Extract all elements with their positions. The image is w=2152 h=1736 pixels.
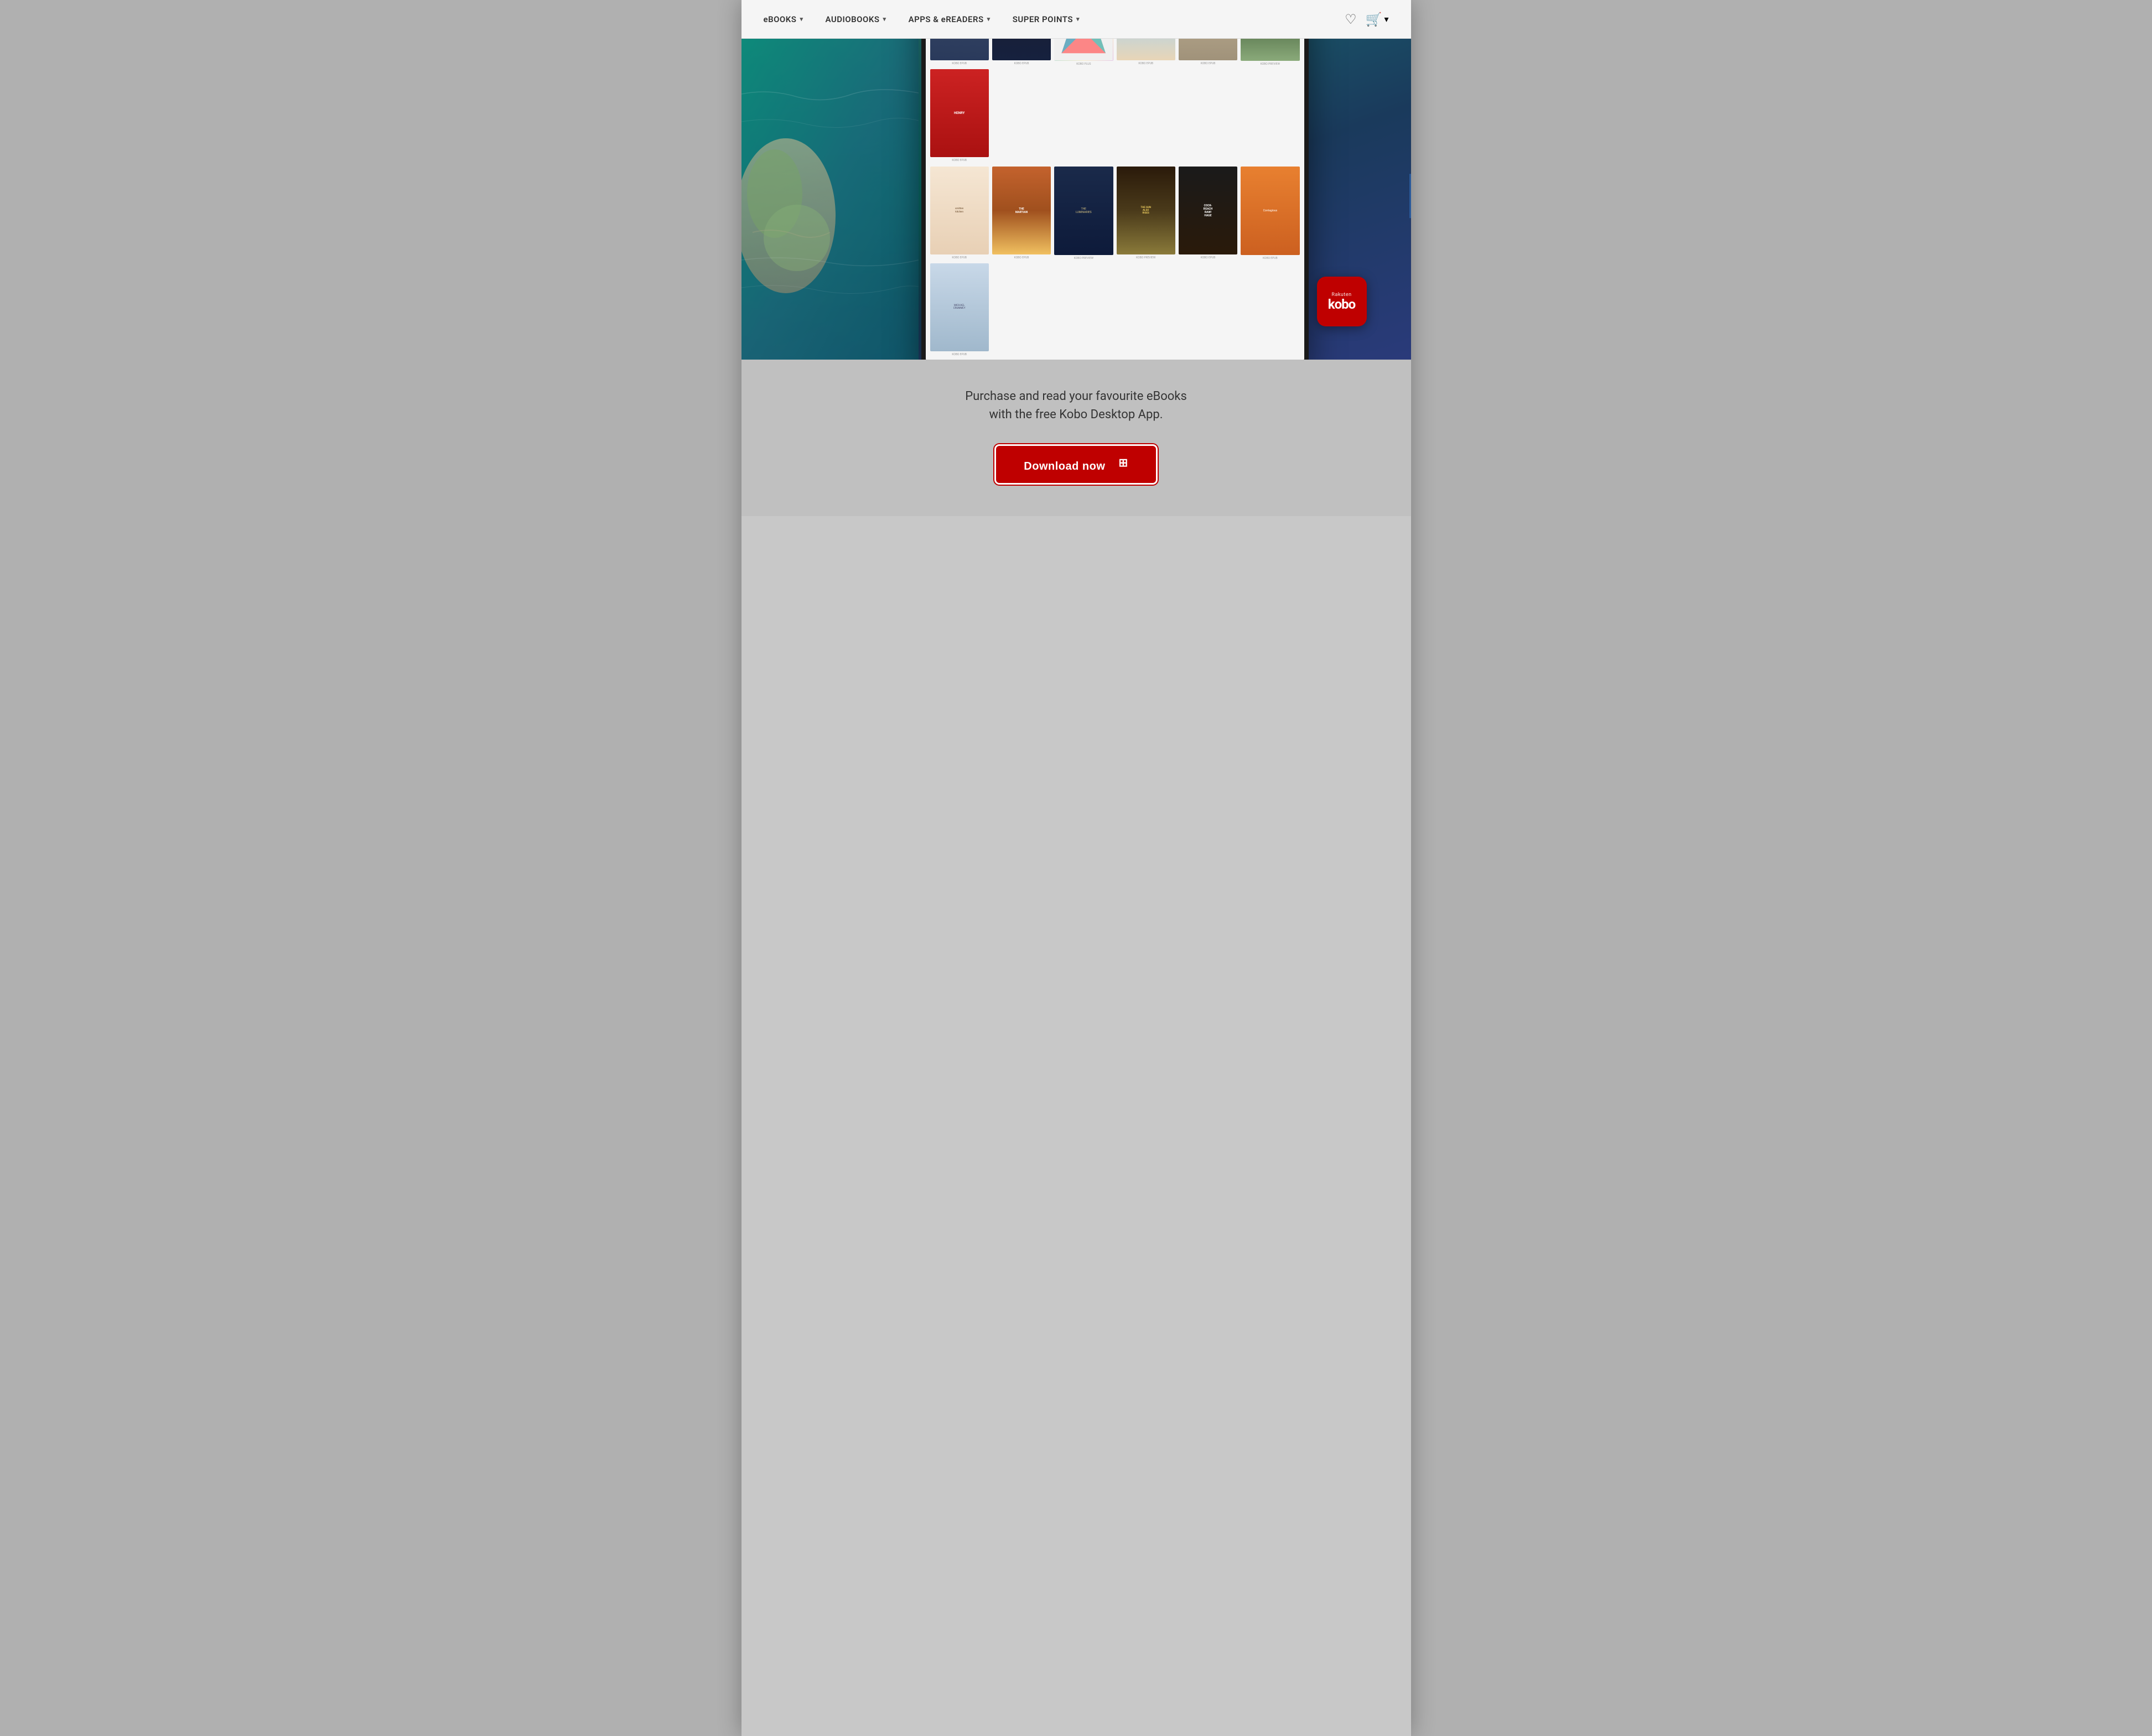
nav-right: ♡ 🛒 ▾ — [1345, 12, 1388, 27]
book-travelland: MICHAELCRUMMEY KOBO EPUB — [930, 263, 989, 356]
nav-label-apps: APPS & eREADERS — [909, 14, 984, 24]
book-contagious: Contagious KOBO EPUB — [1241, 167, 1299, 260]
books-row1: STATIONELEVEN KOBO EPUB KRISTINHANNAH KO… — [926, 39, 1304, 167]
book-cover: MICHAELCRUMMEY — [930, 263, 989, 351]
book-cover: THEMARTIAN — [992, 167, 1051, 254]
book-label: KOBO EPUB — [1241, 257, 1299, 260]
kobo-brand-text: kobo — [1328, 298, 1355, 311]
nav-item-ebooks[interactable]: eBOOKS ▾ — [764, 14, 803, 24]
book-luminaries: THELUMINARIES KOBO PREVIEW — [1054, 167, 1113, 260]
books-row2: smittenkitchen KOBO EPUB THEMARTIAN KOBO… — [926, 167, 1304, 360]
book-henry: HENRY KOBO EPUB — [930, 69, 989, 162]
content-line1: Purchase and read your favourite eBooks — [965, 389, 1187, 403]
book-label: KOBO EPUB — [930, 159, 989, 162]
book-label: KOBO EPUB — [1179, 256, 1237, 259]
download-label: Download now — [1024, 460, 1105, 472]
mockup-screen: ‹ › BROWSE KOBO MY BOOKS Station Eleven … — [926, 39, 1304, 360]
book-cover: THELUMINARIES — [1054, 167, 1113, 255]
cart-icon: 🛒 — [1366, 12, 1382, 27]
content-section: Purchase and read your favourite eBooks … — [741, 360, 1411, 516]
book-cover: OneNorthernNight — [1117, 39, 1175, 60]
book-cover: HENRY — [930, 69, 989, 157]
book-label: KOBO EPUB — [992, 256, 1051, 259]
book-martian: THEMARTIAN KOBO EPUB — [992, 167, 1051, 260]
feedback-button[interactable]: Feedback — [1409, 174, 1411, 218]
download-button[interactable]: Download now ⊞ — [996, 446, 1155, 483]
hero-section: Escape from email and indulge your love … — [741, 39, 1411, 360]
nav-label-audiobooks: AUDIOBOOKS — [825, 14, 879, 24]
nav-item-audiobooks[interactable]: AUDIOBOOKS ▾ — [825, 14, 886, 24]
chevron-down-icon: ▾ — [987, 15, 991, 23]
book-station-eleven: STATIONELEVEN KOBO EPUB — [930, 39, 989, 66]
nav-label-ebooks: eBOOKS — [764, 14, 797, 24]
book-one-northern: OneNorthernNight KOBO EPUB — [1117, 39, 1175, 66]
book-label: KOBO EPUB — [930, 62, 989, 65]
book-cover: KAZUOISHIGUROTHEBURIEDGIANT — [1241, 39, 1299, 61]
desktop-mockup: ‹ › BROWSE KOBO MY BOOKS Station Eleven … — [921, 39, 1309, 360]
book-smitten-kitchen: smittenkitchen KOBO EPUB — [930, 167, 989, 260]
book-label: KOBO PREVIEW — [1241, 63, 1299, 66]
book-cockroach: COCK-ROACHRAW!HAGE KOBO EPUB — [1179, 167, 1237, 260]
book-label: KOBO EPUB — [930, 256, 989, 259]
book-colorful: KOBO PLUS — [1054, 39, 1113, 66]
nav-item-superpoints[interactable]: SUPER POINTS ▾ — [1013, 14, 1080, 24]
kobo-logo: Rakuten kobo — [1317, 277, 1367, 326]
book-cover — [1054, 39, 1113, 61]
download-platform-icons: ⊞ — [1114, 456, 1128, 470]
chevron-down-icon: ▾ — [883, 15, 886, 23]
book-label: KOBO EPUB — [992, 62, 1051, 65]
book-label: KOBO EPUB — [1179, 62, 1237, 65]
nav-item-apps[interactable]: APPS & eREADERS ▾ — [909, 14, 991, 24]
book-label: KOBO EPUB — [1117, 62, 1175, 65]
book-label: KOBO PLUS — [1054, 63, 1113, 66]
book-cover: STATIONELEVEN — [930, 39, 989, 60]
book-label: KOBO PREVIEW — [1054, 257, 1113, 260]
navbar: eBOOKS ▾ AUDIOBOOKS ▾ APPS & eREADERS ▾ … — [741, 0, 1411, 39]
book-cover: smittenkitchen — [930, 167, 989, 254]
chevron-down-icon: ▾ — [1384, 14, 1388, 24]
wishlist-icon[interactable]: ♡ — [1345, 12, 1357, 27]
cart-area[interactable]: 🛒 ▾ — [1366, 12, 1389, 27]
book-cover: COCK-ROACHRAW!HAGE — [1179, 167, 1237, 254]
book-cover: THEORENDAJOSEPHBOYDEN — [1179, 39, 1237, 60]
book-cover: THE SUNALSORISES — [1117, 167, 1175, 254]
book-buried-giant: KAZUOISHIGUROTHEBURIEDGIANT KOBO PREVIEW — [1241, 39, 1299, 66]
book-label: KOBO PREVIEW — [1117, 256, 1175, 259]
book-nightingale: KRISTINHANNAH KOBO EPUB — [992, 39, 1051, 66]
book-cover: Contagious — [1241, 167, 1299, 255]
content-line2: with the free Kobo Desktop App. — [989, 408, 1163, 422]
windows-icon: ⊞ — [1118, 456, 1128, 470]
content-description: Purchase and read your favourite eBooks … — [753, 387, 1400, 424]
book-sun-rises: THE SUNALSORISES KOBO PREVIEW — [1117, 167, 1175, 260]
book-label: KOBO EPUB — [930, 353, 989, 356]
nav-left: eBOOKS ▾ AUDIOBOOKS ▾ APPS & eREADERS ▾ … — [764, 14, 1080, 24]
nav-label-superpoints: SUPER POINTS — [1013, 14, 1073, 24]
book-orenda: THEORENDAJOSEPHBOYDEN KOBO EPUB — [1179, 39, 1237, 66]
chevron-down-icon: ▾ — [800, 15, 803, 23]
book-cover: KRISTINHANNAH — [992, 39, 1051, 60]
chevron-down-icon: ▾ — [1076, 15, 1080, 23]
